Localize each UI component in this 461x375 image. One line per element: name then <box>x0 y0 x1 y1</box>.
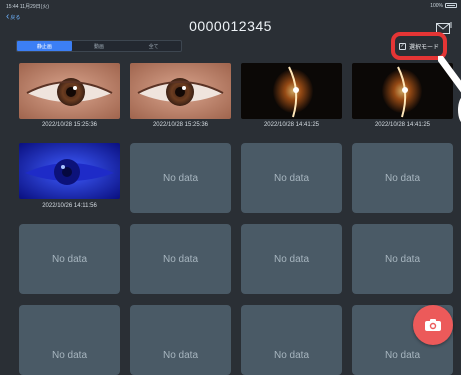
select-mode-button[interactable]: ✓ 選択モード <box>391 32 447 60</box>
empty-slot[interactable]: No data <box>130 305 231 375</box>
photo-timestamp: 2022/10/28 15:25:36 <box>41 122 98 128</box>
battery-icon <box>445 3 457 8</box>
status-time: 15:44 11月29日(火) <box>6 4 49 10</box>
empty-slot[interactable]: No data <box>352 143 453 213</box>
photo-timestamp: 2022/10/26 14:11:56 <box>42 203 97 209</box>
empty-slot[interactable]: No data <box>241 143 342 213</box>
tab-all[interactable]: 全て <box>126 41 181 51</box>
no-data-label: No data <box>384 253 421 265</box>
tab-still-images[interactable]: 静止画 <box>17 41 72 51</box>
empty-slot[interactable]: No data <box>130 224 231 294</box>
photo-grid: 2022/10/28 15:25:36 2022/10/28 15:25:36 … <box>19 63 459 375</box>
page-title: 0000012345 <box>189 18 272 34</box>
no-data-label: No data <box>384 172 421 184</box>
slit-lamp-image <box>352 63 453 119</box>
eye-photo-image <box>19 63 120 119</box>
no-data-label: No data <box>273 172 310 184</box>
no-data-label: No data <box>162 349 199 361</box>
no-data-label: No data <box>162 172 199 184</box>
select-mode-label: 選択モード <box>408 44 439 51</box>
no-data-label: No data <box>51 253 88 265</box>
camera-icon <box>425 319 441 331</box>
no-data-label: No data <box>273 253 310 265</box>
photo-thumbnail[interactable] <box>19 143 120 199</box>
tab-videos[interactable]: 動画 <box>72 41 127 51</box>
eye-photo-image <box>19 143 120 199</box>
empty-slot[interactable]: No data <box>241 305 342 375</box>
photo-thumbnail[interactable] <box>352 63 453 119</box>
navigation-bar: ‹ 戻る 0000012345 <box>0 12 461 34</box>
photo-thumbnail[interactable] <box>130 63 231 119</box>
checkbox-icon: ✓ <box>398 42 406 50</box>
camera-button[interactable] <box>413 305 453 345</box>
photo-timestamp: 2022/10/28 14:41:25 <box>374 122 431 128</box>
empty-slot[interactable]: No data <box>130 143 231 213</box>
no-data-label: No data <box>273 349 310 361</box>
status-bar: 15:44 11月29日(火) 100% <box>0 0 461 12</box>
empty-slot[interactable]: No data <box>241 224 342 294</box>
empty-slot[interactable]: No data <box>19 224 120 294</box>
empty-slot[interactable]: No data <box>19 305 120 375</box>
slit-lamp-image <box>241 63 342 119</box>
no-data-label: No data <box>162 253 199 265</box>
photo-thumbnail[interactable] <box>241 63 342 119</box>
photo-thumbnail[interactable] <box>19 63 120 119</box>
media-type-tabs: 静止画 動画 全て <box>16 40 182 52</box>
photo-timestamp: 2022/10/28 15:25:36 <box>152 122 209 128</box>
eye-photo-image <box>130 63 231 119</box>
no-data-label: No data <box>51 349 88 361</box>
photo-timestamp: 2022/10/28 14:41:25 <box>263 122 320 128</box>
battery-percent: 100% <box>430 3 443 9</box>
empty-slot[interactable]: No data <box>352 224 453 294</box>
